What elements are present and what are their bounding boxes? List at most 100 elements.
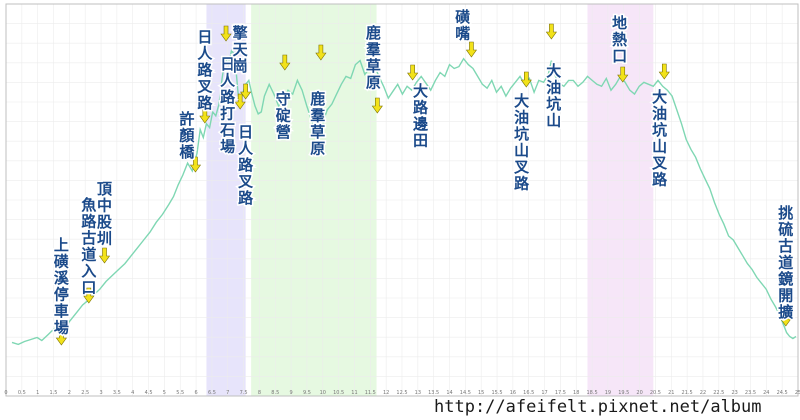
waypoint-label-char: 許 <box>179 110 194 128</box>
waypoint-label: 守碇營 <box>274 89 292 143</box>
x-tick-label: 0 <box>4 390 7 396</box>
waypoint-label-char: 石 <box>219 121 235 139</box>
waypoint-label-char: 田 <box>413 132 428 150</box>
waypoint-label-char: 入 <box>81 262 96 280</box>
waypoint-label-char: 草 <box>366 57 381 75</box>
x-tick-label: 2.5 <box>81 390 89 396</box>
waypoint-label-char: 橋 <box>179 143 195 161</box>
waypoint-label-char: 車 <box>54 302 69 320</box>
x-tick-label: 8.5 <box>271 390 279 396</box>
waypoint-label: 許顏橋 <box>177 109 197 163</box>
waypoint-label-char: 場 <box>54 319 69 337</box>
x-tick-label: 19 <box>605 390 611 396</box>
down-arrow-icon <box>407 64 419 81</box>
waypoint-label-char: 路 <box>197 94 213 112</box>
waypoint-label-char: 硫 <box>778 221 793 239</box>
waypoint-label-char: 人 <box>238 140 254 158</box>
x-tick-label: 24.5 <box>777 390 788 396</box>
waypoint-label-char: 叉 <box>237 173 254 191</box>
x-axis-ticks: 0 0.5 1 1.5 2 2.5 3 3.5 4 4.5 5 5.5 6 6.5 7 7.5 8 8.5 9 9.5… <box>4 390 800 396</box>
waypoint-label-char: 大 <box>652 88 667 106</box>
waypoint-label-char: 古 <box>81 229 96 247</box>
waypoint-label-char: 擴 <box>778 303 793 321</box>
waypoint-label-char: 油 <box>514 109 529 127</box>
waypoint-label-char: 路 <box>197 61 213 79</box>
x-tick-label: 18.5 <box>587 390 598 396</box>
waypoint-label-char: 油 <box>546 79 561 97</box>
x-tick-label: 12.5 <box>396 390 407 396</box>
x-tick-label: 22.5 <box>713 390 724 396</box>
waypoint-label: 大油坑山叉路 <box>512 91 532 195</box>
x-tick-label: 22 <box>700 390 706 396</box>
waypoint-label-char: 路 <box>514 175 530 193</box>
waypoint-label-char: 天 <box>233 41 249 59</box>
waypoint-label-char: 叉 <box>651 154 668 172</box>
waypoint-label-char: 崗 <box>233 57 248 75</box>
waypoint-label: 日人路叉路 <box>236 122 256 209</box>
x-tick-label: 25 <box>795 390 800 396</box>
waypoint-label: 大油坑山叉路 <box>650 87 670 191</box>
x-tick-label: 23.5 <box>745 390 756 396</box>
x-tick-label: 10 <box>320 390 326 396</box>
waypoint-label-char: 山 <box>652 138 667 156</box>
x-tick-label: 11 <box>351 390 357 396</box>
waypoint-label-char: 頂 <box>97 180 113 198</box>
waypoint-label: 大路邊田 <box>411 81 430 152</box>
x-tick-label: 21 <box>668 390 674 396</box>
waypoint-label-char: 鹿 <box>310 90 325 108</box>
x-tick-label: 8 <box>258 390 261 396</box>
x-tick-label: 6 <box>194 390 197 396</box>
x-tick-label: 13.5 <box>428 390 439 396</box>
waypoint-label-char: 磺 <box>455 8 470 26</box>
waypoint-label-char: 大 <box>546 62 561 80</box>
waypoint-label-char: 鹿 <box>366 24 381 42</box>
waypoint-label-char: 營 <box>276 123 291 141</box>
x-tick-label: 17.5 <box>555 390 566 396</box>
x-tick-label: 4 <box>131 390 134 396</box>
waypoint-label-char: 中 <box>97 197 112 215</box>
x-tick-label: 6.5 <box>208 390 216 396</box>
waypoint-label-char: 坑 <box>546 95 561 113</box>
waypoint-labels: 上磺溪停車場魚路古道入口頂中股圳許顏橋日人路叉路日人路打石場擎天崗日人路叉路守碇… <box>52 7 795 339</box>
x-tick-label: 9 <box>290 390 293 396</box>
waypoint-label-char: 場 <box>220 138 235 156</box>
waypoint-label-char: 草 <box>310 123 325 141</box>
x-tick-label: 3.5 <box>113 390 121 396</box>
x-tick-label: 12 <box>383 390 389 396</box>
x-tick-label: 0.5 <box>18 390 26 396</box>
watermark-text: http://afeifelt.pixnet.net/album <box>434 397 762 417</box>
waypoint-label-char: 坑 <box>514 125 529 143</box>
waypoint-label-char: 停 <box>54 286 69 304</box>
waypoint-label-char: 口 <box>612 47 627 65</box>
waypoint-label-char: 油 <box>652 105 667 123</box>
waypoint-label-char: 挑 <box>778 204 793 222</box>
elevation-profile-chart: 0 0.5 1 1.5 2 2.5 3 3.5 4 4.5 5 5.5 6 6.5 7 7.5 8 8.5 9 9.5… <box>4 3 800 417</box>
waypoint-label-char: 山 <box>546 112 561 130</box>
waypoint-label-char: 坑 <box>652 121 667 139</box>
waypoint-label: 挑硫古道鏡開擴 <box>777 203 795 323</box>
x-tick-label: 23 <box>731 390 737 396</box>
waypoint-label-char: 日 <box>238 123 253 141</box>
waypoint-label-char: 路 <box>81 213 97 231</box>
waypoint-label-char: 邊 <box>413 115 428 133</box>
waypoint-label-char: 人 <box>197 45 213 63</box>
waypoint-label: 磺嘴 <box>454 7 472 45</box>
waypoint-label-char: 原 <box>366 74 381 92</box>
waypoint-label-char: 路 <box>413 99 429 117</box>
waypoint-label-char: 叉 <box>196 78 213 96</box>
x-tick-label: 14.5 <box>460 390 471 396</box>
waypoint-label-char: 嘴 <box>455 25 470 43</box>
x-tick-label: 7.5 <box>240 390 248 396</box>
waypoint-label-char: 叉 <box>513 158 530 176</box>
waypoint-label: 擎天崗 <box>231 23 250 77</box>
waypoint-label-char: 擎 <box>233 24 248 42</box>
x-tick-label: 1.5 <box>50 390 58 396</box>
waypoint-label-char: 地 <box>612 14 627 32</box>
waypoint-label-char: 顏 <box>178 127 195 145</box>
x-tick-label: 3 <box>99 390 102 396</box>
waypoint-label-char: 路 <box>652 171 668 189</box>
down-arrow-icon <box>658 63 670 80</box>
waypoint-label-char: 羣 <box>366 41 381 59</box>
waypoint-label-char: 溪 <box>54 269 70 287</box>
x-tick-label: 1 <box>36 390 39 396</box>
